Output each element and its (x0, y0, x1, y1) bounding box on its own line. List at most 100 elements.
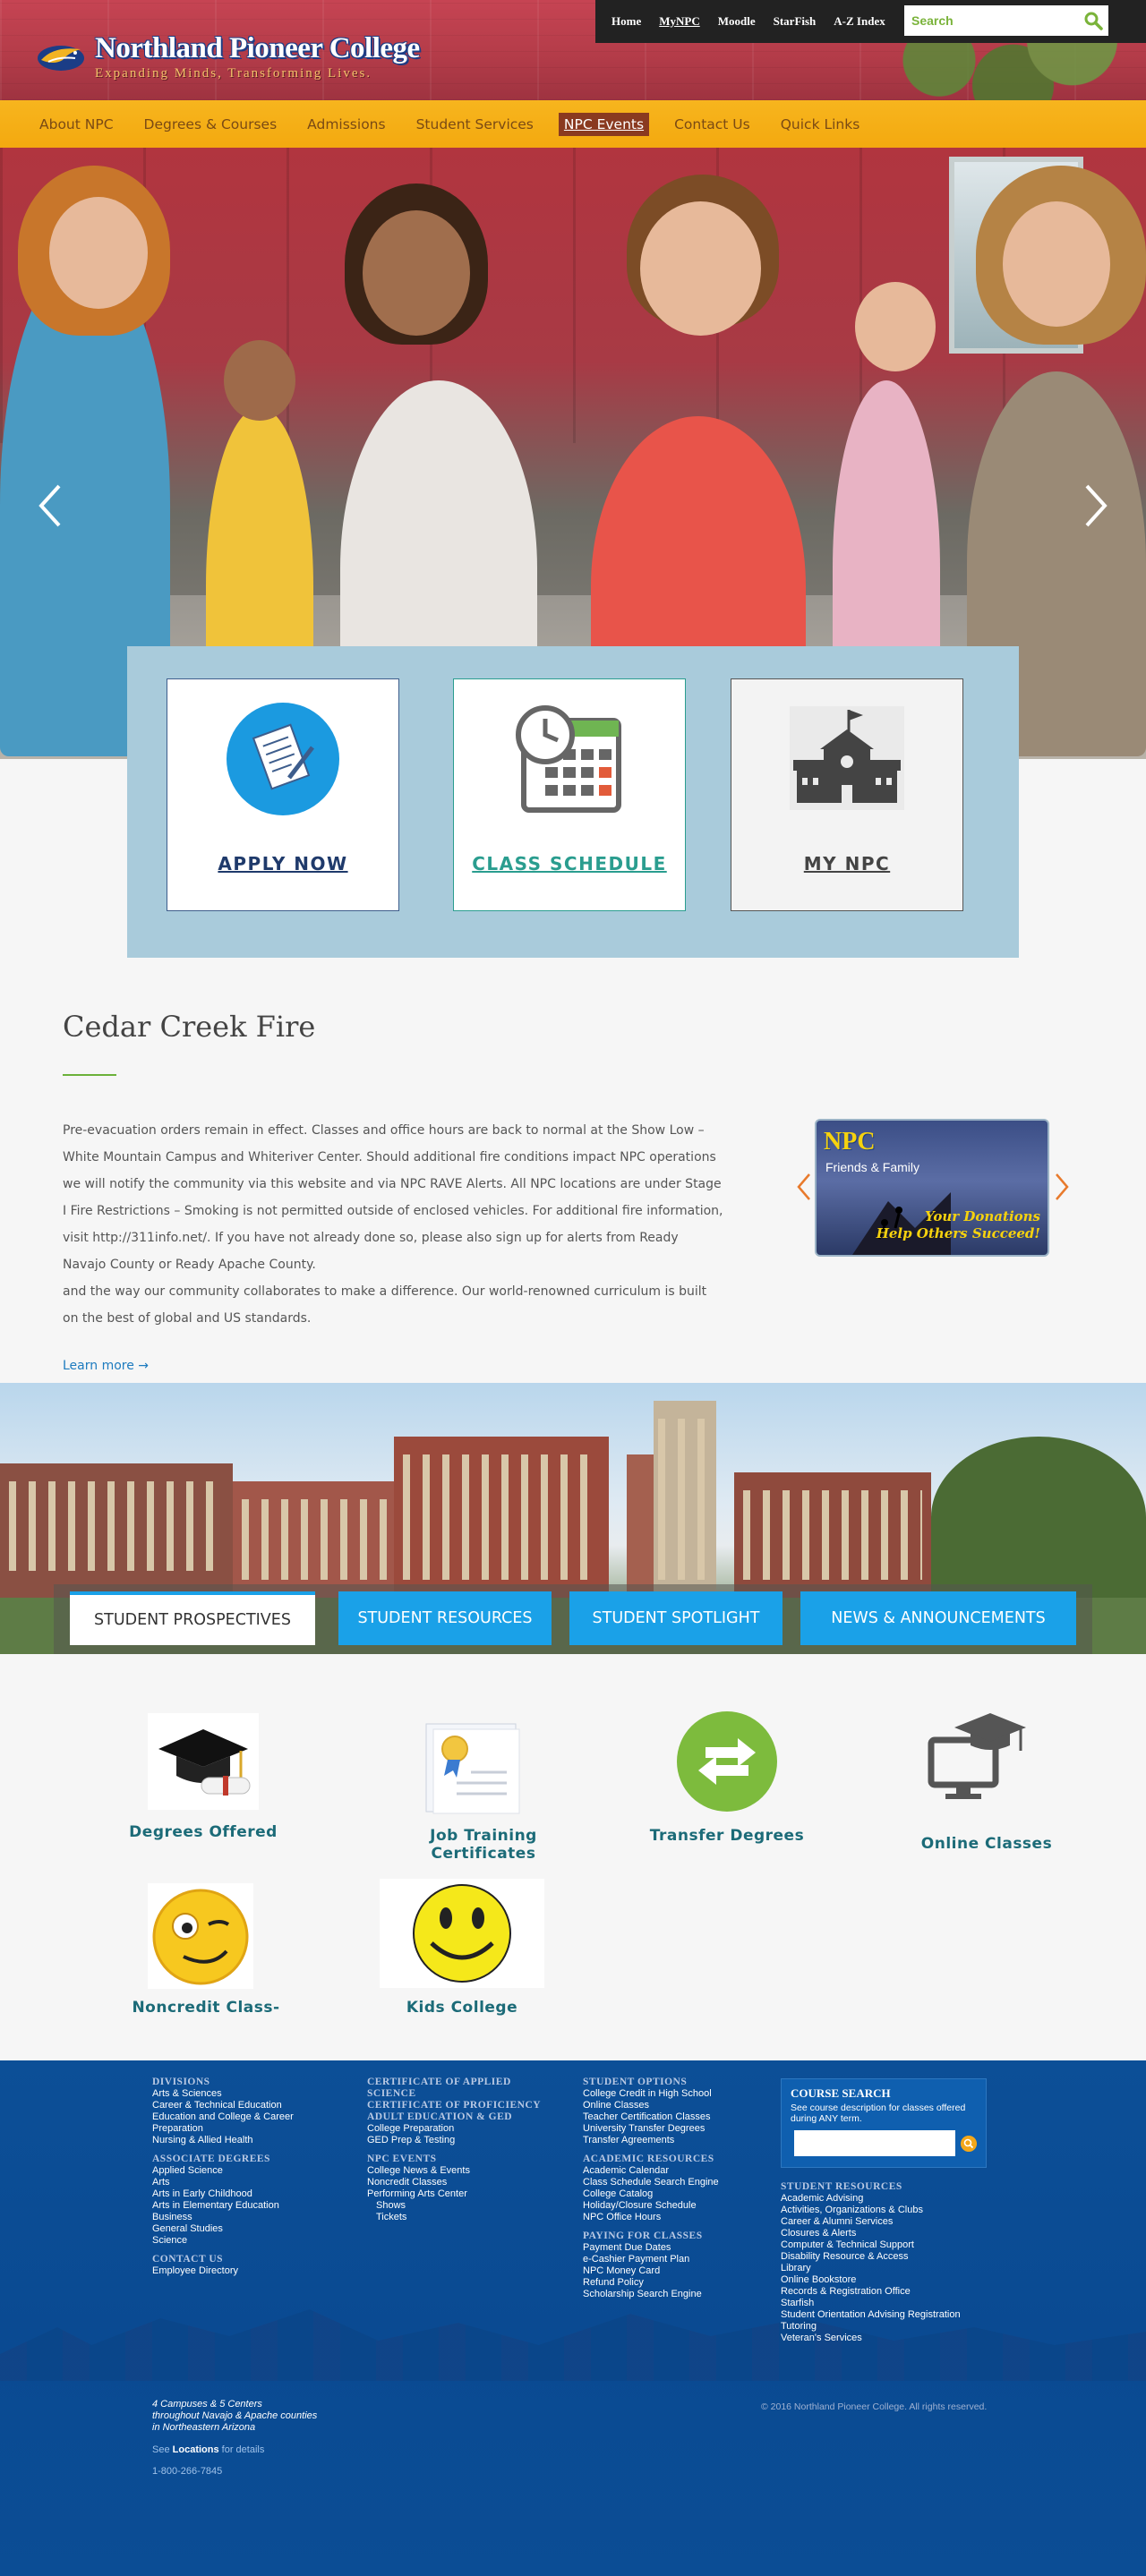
footer-link[interactable]: Arts in Early Childhood (152, 2188, 331, 2200)
top-nav-az-index[interactable]: A-Z Index (825, 14, 894, 29)
noncredit-class-label[interactable]: Noncredit Class- (107, 1999, 304, 2017)
footer-link[interactable]: Academic Calendar (583, 2165, 762, 2177)
tab-student-prospectives[interactable]: STUDENT PROSPECTIVES (70, 1591, 315, 1645)
footer-link[interactable]: Arts (152, 2177, 331, 2188)
top-nav-starfish[interactable]: StarFish (765, 14, 825, 29)
footer-link[interactable]: College Catalog (583, 2188, 762, 2200)
footer-heading[interactable]: CERTIFICATE OF PROFICIENCY (367, 2100, 560, 2111)
footer-link[interactable]: Computer & Technical Support (781, 2239, 1005, 2251)
footer-link[interactable]: Records & Registration Office (781, 2286, 1005, 2298)
footer-link[interactable]: Student Orientation Advising Registratio… (781, 2309, 1005, 2321)
footer-link[interactable]: Veteran's Services (781, 2333, 1005, 2344)
footer-link[interactable]: GED Prep & Testing (367, 2135, 560, 2146)
footer-link[interactable]: College Preparation (367, 2123, 560, 2135)
footer-link[interactable]: Arts in Elementary Education (152, 2200, 331, 2212)
footer-link[interactable]: Science (152, 2235, 331, 2247)
footer-link[interactable]: Noncredit Classes (367, 2177, 560, 2188)
winking-smiley-icon[interactable] (148, 1883, 253, 1989)
nav-student-services[interactable]: Student Services (411, 113, 539, 136)
nav-about[interactable]: About NPC (34, 113, 119, 136)
graduation-cap-icon[interactable] (148, 1713, 259, 1810)
search-box (904, 5, 1108, 36)
college-name: Northland Pioneer College (95, 32, 420, 64)
footer-link[interactable]: General Studies (152, 2223, 331, 2235)
footer-heading[interactable]: CERTIFICATE OF APPLIED SCIENCE (367, 2077, 560, 2100)
footer-link[interactable]: Class Schedule Search Engine (583, 2177, 762, 2188)
footer-link[interactable]: Shows (367, 2200, 560, 2212)
footer-link[interactable]: Arts & Sciences (152, 2088, 331, 2100)
footer-link[interactable]: Academic Advising (781, 2193, 1005, 2205)
top-nav-home[interactable]: Home (603, 14, 650, 29)
nav-quick-links[interactable]: Quick Links (775, 113, 866, 136)
footer-link[interactable]: Payment Due Dates (583, 2242, 762, 2254)
footer-link[interactable]: Online Bookstore (781, 2274, 1005, 2286)
tab-student-resources[interactable]: STUDENT RESOURCES (338, 1591, 552, 1645)
my-npc-card[interactable]: MY NPC (731, 678, 963, 911)
footer-link[interactable]: Tutoring (781, 2321, 1005, 2333)
slider-next-icon[interactable] (1078, 479, 1114, 533)
smiley-face-icon[interactable] (380, 1879, 544, 1988)
footer-link[interactable]: NPC Money Card (583, 2265, 762, 2277)
footer-link[interactable]: Closures & Alerts (781, 2228, 1005, 2239)
transfer-degrees-label[interactable]: Transfer Degrees (637, 1827, 817, 1845)
degrees-offered-label[interactable]: Degrees Offered (107, 1823, 299, 1841)
slider-prev-icon[interactable] (32, 479, 68, 533)
footer-link[interactable]: Nursing & Allied Health (152, 2135, 331, 2146)
footer-link[interactable]: e-Cashier Payment Plan (583, 2254, 762, 2265)
footer-link[interactable]: NPC Office Hours (583, 2212, 762, 2223)
certificate-icon[interactable] (421, 1720, 526, 1817)
footer-link[interactable]: Performing Arts Center (367, 2188, 560, 2200)
footer-link[interactable]: College News & Events (367, 2165, 560, 2177)
footer-link[interactable]: Education and College & Career Preparati… (152, 2111, 331, 2135)
college-tagline: Expanding Minds, Transforming Lives. (95, 66, 372, 81)
footer-link[interactable]: Holiday/Closure Schedule (583, 2200, 762, 2212)
phone-number[interactable]: 1-800-266-7845 (152, 2466, 317, 2477)
footer-link[interactable]: College Credit in High School (583, 2088, 762, 2100)
footer-link[interactable]: Library (781, 2263, 1005, 2274)
footer-link[interactable]: Employee Directory (152, 2265, 331, 2277)
online-classes-icon[interactable] (922, 1710, 1030, 1803)
carousel-prev-icon[interactable] (795, 1173, 813, 1201)
promo-logo-text: NPC (824, 1128, 876, 1156)
nav-admissions[interactable]: Admissions (302, 113, 390, 136)
utility-nav: Home MyNPC Moodle StarFish A-Z Index (603, 14, 894, 29)
kids-college-label[interactable]: Kids College (372, 1999, 552, 2017)
footer-link[interactable]: Career & Technical Education (152, 2100, 331, 2111)
footer-link[interactable]: Starfish (781, 2298, 1005, 2309)
footer-link[interactable]: Career & Alumni Services (781, 2216, 1005, 2228)
nav-npc-events[interactable]: NPC Events (558, 112, 650, 136)
college-logo[interactable]: Northland Pioneer College Expanding Mind… (36, 32, 420, 81)
footer-link[interactable]: Teacher Certification Classes (583, 2111, 762, 2123)
carousel-next-icon[interactable] (1053, 1173, 1071, 1201)
footer-link[interactable]: Scholarship Search Engine (583, 2289, 762, 2300)
course-search-go-icon[interactable] (961, 2136, 977, 2152)
locations-link[interactable]: Locations (173, 2444, 219, 2455)
top-nav-moodle[interactable]: Moodle (709, 14, 765, 29)
footer-link[interactable]: Activities, Organizations & Clubs (781, 2205, 1005, 2216)
learn-more-link[interactable]: Learn more → (63, 1359, 149, 1373)
footer-link[interactable]: Online Classes (583, 2100, 762, 2111)
footer-link[interactable]: Applied Science (152, 2165, 331, 2177)
footer-link[interactable]: University Transfer Degrees (583, 2123, 762, 2135)
footer-link[interactable]: Tickets (367, 2212, 560, 2223)
top-nav-mynpc[interactable]: MyNPC (650, 14, 709, 29)
footer-link[interactable]: Transfer Agreements (583, 2135, 762, 2146)
tab-news-announcements[interactable]: NEWS & ANNOUNCEMENTS (800, 1591, 1076, 1645)
footer-link[interactable]: Disability Resource & Access (781, 2251, 1005, 2263)
apply-now-card[interactable]: APPLY NOW (167, 678, 399, 911)
footer-link[interactable]: Refund Policy (583, 2277, 762, 2289)
online-classes-label[interactable]: Online Classes (897, 1835, 1076, 1853)
donation-promo-banner[interactable]: NPC Friends & Family Your Donations Help… (815, 1119, 1049, 1257)
job-training-label[interactable]: Job Training Certificates (394, 1827, 573, 1863)
nav-contact-us[interactable]: Contact Us (669, 113, 756, 136)
footer-link[interactable]: Business (152, 2212, 331, 2223)
search-icon[interactable] (1083, 11, 1103, 30)
nav-degrees-courses[interactable]: Degrees & Courses (139, 113, 283, 136)
search-input[interactable] (904, 13, 1074, 28)
tab-student-spotlight[interactable]: STUDENT SPOTLIGHT (569, 1591, 783, 1645)
class-schedule-card[interactable]: CLASS SCHEDULE (453, 678, 686, 911)
transfer-arrows-icon[interactable] (675, 1710, 779, 1813)
course-search-input[interactable] (794, 2130, 955, 2156)
